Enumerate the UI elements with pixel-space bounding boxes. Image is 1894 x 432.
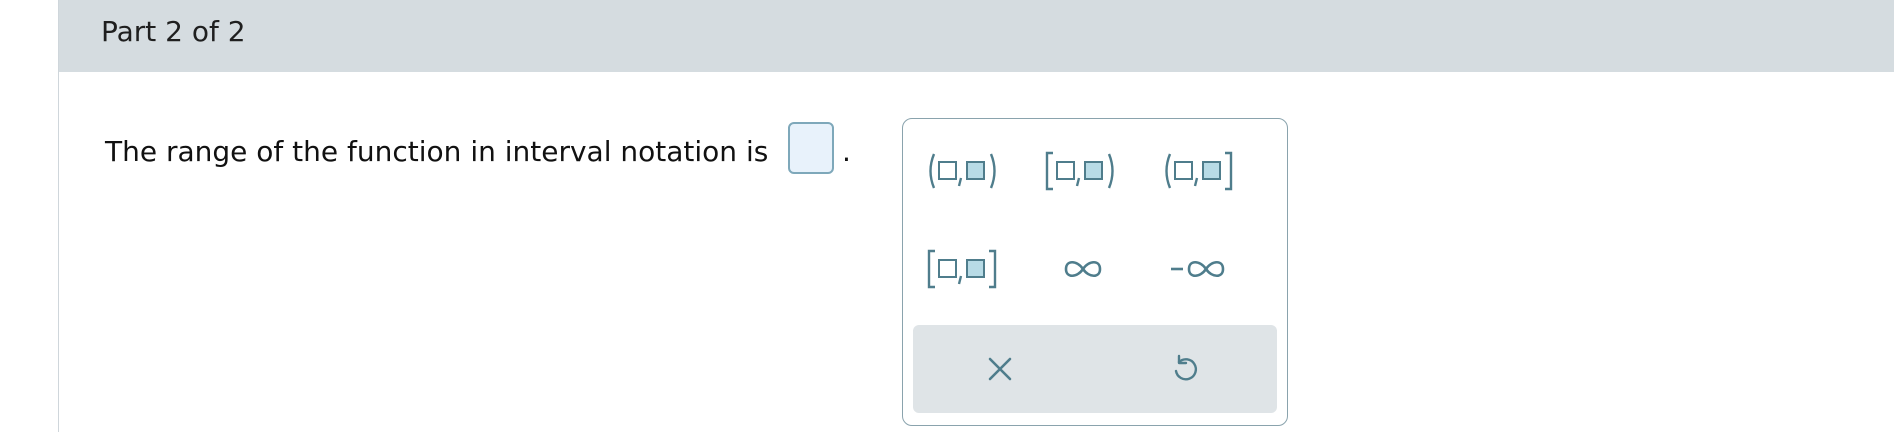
palette-action-bar <box>913 325 1277 413</box>
closed-open-interval-button[interactable] <box>1035 141 1131 201</box>
undo-button[interactable] <box>1145 339 1225 399</box>
question-page: Part 2 of 2 The range of the function in… <box>0 0 1894 432</box>
negative-infinity-button[interactable] <box>1153 239 1249 299</box>
infinity-icon <box>1064 260 1102 278</box>
question-period: . <box>842 135 851 168</box>
page-margin <box>0 0 59 432</box>
closed-closed-interval-icon <box>927 249 997 289</box>
undo-icon <box>1174 354 1198 381</box>
open-open-interval-icon <box>929 153 996 189</box>
question-text: The range of the function in interval no… <box>105 135 769 168</box>
closed-open-interval-icon <box>1045 151 1114 191</box>
negative-infinity-icon <box>1171 260 1225 278</box>
open-open-interval-button[interactable] <box>917 141 1013 201</box>
closed-closed-interval-button[interactable] <box>917 239 1013 299</box>
close-icon <box>988 357 1012 381</box>
part-header: Part 2 of 2 <box>59 0 1894 72</box>
open-closed-interval-button[interactable] <box>1153 141 1249 201</box>
open-closed-interval-icon <box>1165 151 1233 191</box>
clear-button[interactable] <box>960 339 1040 399</box>
interval-palette <box>902 118 1288 426</box>
answer-input[interactable] <box>788 122 834 174</box>
infinity-button[interactable] <box>1035 239 1131 299</box>
part-label: Part 2 of 2 <box>101 15 246 48</box>
